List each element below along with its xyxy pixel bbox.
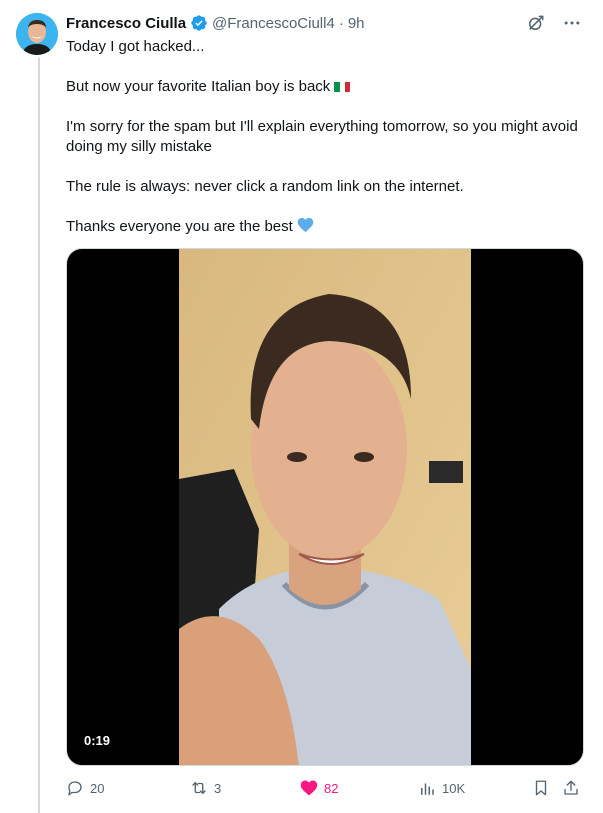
thread-line (38, 58, 40, 813)
reply-button[interactable]: 20 (66, 776, 104, 800)
italy-flag-emoji (334, 80, 351, 92)
action-bar: 20 3 82 10K (66, 776, 586, 800)
bookmark-button[interactable] (532, 776, 550, 800)
verified-badge-icon (190, 14, 208, 32)
tweet-line-3: I'm sorry for the spam but I'll explain … (66, 118, 578, 155)
avatar[interactable] (16, 13, 58, 55)
blue-heart-emoji (297, 217, 314, 233)
author-handle[interactable]: @FrancescoCiull4 (212, 15, 335, 32)
tweet-line-2: But now your favorite Italian boy is bac… (66, 77, 581, 97)
author-name[interactable]: Francesco Ciulla (66, 15, 186, 32)
views-icon (421, 783, 434, 795)
top-actions (525, 12, 583, 34)
tweet-text: Today I got hacked... But now your favor… (66, 37, 581, 237)
repost-icon (192, 782, 206, 794)
share-button[interactable] (562, 776, 580, 800)
views-count: 10K (442, 780, 466, 796)
tweet-line-5: Thanks everyone you are the best (66, 217, 581, 237)
repost-button[interactable]: 3 (190, 776, 221, 800)
video-player[interactable]: 0:19 (66, 248, 584, 766)
like-count: 82 (324, 780, 339, 796)
share-icon (564, 780, 578, 795)
more-icon[interactable] (561, 12, 583, 34)
reply-count: 20 (90, 780, 105, 796)
video-thumbnail (179, 249, 471, 765)
tweet-line-4: The rule is always: never click a random… (66, 178, 464, 195)
reply-icon (68, 781, 82, 796)
tweet-line-1: Today I got hacked... (66, 38, 205, 55)
heart-icon (300, 780, 318, 796)
tweet-header: Francesco Ciulla @FrancescoCiull4 · 9h (66, 12, 365, 34)
tweet: Francesco Ciulla @FrancescoCiull4 · 9h T… (0, 0, 603, 813)
separator-dot: · (338, 14, 344, 32)
grok-icon[interactable] (525, 12, 547, 34)
repost-count: 3 (214, 780, 222, 796)
bookmark-icon (535, 780, 547, 796)
like-button[interactable]: 82 (300, 776, 338, 800)
video-duration: 0:19 (76, 730, 119, 752)
tweet-time[interactable]: 9h (348, 15, 365, 32)
views-button[interactable]: 10K (418, 776, 465, 800)
